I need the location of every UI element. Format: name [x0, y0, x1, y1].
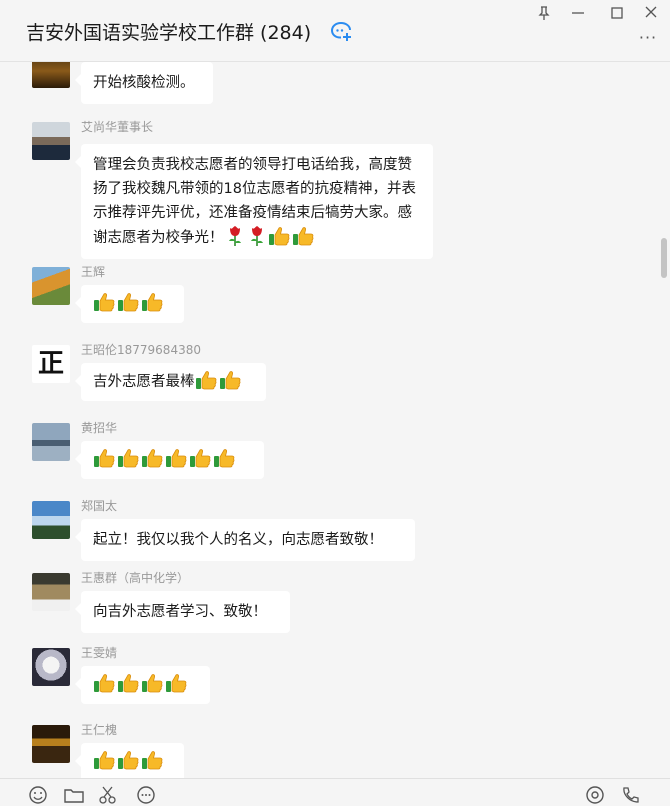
thumbs-up-emoji-icon [93, 750, 115, 770]
chat-bubble-icon[interactable] [135, 785, 157, 805]
sender-name: 黄招华 [81, 421, 118, 435]
thumbs-up-emoji-icon [165, 673, 187, 693]
avatar[interactable] [32, 648, 70, 686]
avatar[interactable] [32, 423, 70, 461]
thumbs-up-emoji-icon [165, 448, 187, 468]
thumbs-up-emoji-icon [141, 292, 163, 312]
rose-emoji-icon [226, 225, 244, 247]
thumbs-up-emoji-icon [117, 750, 139, 770]
message-text: 吉外志愿者最棒 [93, 374, 195, 390]
message-bubble[interactable]: 向吉外志愿者学习、致敬！ [75, 591, 290, 633]
live-icon[interactable] [584, 785, 606, 805]
pin-icon[interactable] [533, 4, 555, 22]
group-title: 吉安外国语实验学校工作群 (284) [26, 22, 312, 44]
thumbs-up-emoji-icon [117, 673, 139, 693]
title-bar: 吉安外国语实验学校工作群 (284) ··· [0, 0, 670, 62]
input-toolbar [0, 778, 670, 806]
message-bubble[interactable] [75, 285, 184, 323]
sender-name: 艾尚华董事长 [81, 120, 154, 134]
thumbs-up-emoji-icon [93, 448, 115, 468]
minimize-icon[interactable] [567, 4, 589, 22]
thumbs-up-emoji-icon [141, 750, 163, 770]
scissors-icon[interactable] [97, 785, 119, 805]
thumbs-up-emoji-icon [268, 226, 290, 246]
rose-emoji-icon [248, 225, 266, 247]
thumbs-up-emoji-icon [213, 448, 235, 468]
avatar[interactable] [32, 725, 70, 763]
message-bubble[interactable]: 吉外志愿者最棒 [75, 363, 266, 401]
chat-message-list[interactable]: 开始核酸检测。 艾尚华董事长 管理会负责我校志愿者的领导打电话给我，高度赞扬了我… [0, 62, 670, 778]
sender-name: 王仁槐 [81, 723, 118, 737]
sender-name: 王惠群（高中化学） [81, 571, 190, 585]
sender-name: 郑国太 [81, 499, 118, 513]
avatar[interactable] [32, 267, 70, 305]
avatar[interactable] [32, 573, 70, 611]
thumbs-up-emoji-icon [195, 370, 217, 390]
video-call-icon[interactable] [620, 785, 642, 805]
group-chat-icon[interactable] [330, 20, 354, 42]
avatar[interactable]: 正 [32, 345, 70, 383]
message-text: 向吉外志愿者学习、致敬！ [93, 604, 267, 620]
thumbs-up-emoji-icon [117, 448, 139, 468]
avatar[interactable] [32, 501, 70, 539]
message-bubble[interactable] [75, 441, 264, 479]
message-bubble[interactable]: 管理会负责我校志愿者的领导打电话给我，高度赞扬了我校魏凡带领的18位志愿者的抗疫… [75, 144, 433, 259]
avatar-text: 正 [37, 349, 64, 379]
close-icon[interactable] [640, 4, 662, 22]
message-bubble[interactable] [75, 743, 184, 778]
thumbs-up-emoji-icon [117, 292, 139, 312]
thumbs-up-emoji-icon [219, 370, 241, 390]
thumbs-up-emoji-icon [93, 292, 115, 312]
avatar[interactable] [32, 122, 70, 160]
thumbs-up-emoji-icon [189, 448, 211, 468]
message-bubble[interactable]: 起立！我仅以我个人的名义，向志愿者致敬！ [75, 519, 415, 561]
thumbs-up-emoji-icon [292, 226, 314, 246]
thumbs-up-emoji-icon [93, 673, 115, 693]
maximize-icon[interactable] [606, 4, 628, 22]
thumbs-up-emoji-icon [141, 448, 163, 468]
avatar[interactable] [32, 62, 70, 88]
message-text: 开始核酸检测。 [93, 75, 195, 91]
message-text: 起立！我仅以我个人的名义，向志愿者致敬！ [93, 532, 383, 548]
message-bubble[interactable]: 开始核酸检测。 [75, 62, 213, 104]
message-bubble[interactable] [75, 666, 210, 704]
folder-icon[interactable] [63, 785, 85, 805]
sender-name: 王雯婧 [81, 646, 118, 660]
thumbs-up-emoji-icon [141, 673, 163, 693]
emoji-icon[interactable] [27, 785, 49, 805]
more-options-button[interactable]: ··· [636, 30, 660, 46]
scrollbar-thumb[interactable] [661, 238, 667, 278]
sender-name: 王辉 [81, 265, 106, 279]
sender-name: 王昭伦18779684380 [81, 343, 201, 357]
